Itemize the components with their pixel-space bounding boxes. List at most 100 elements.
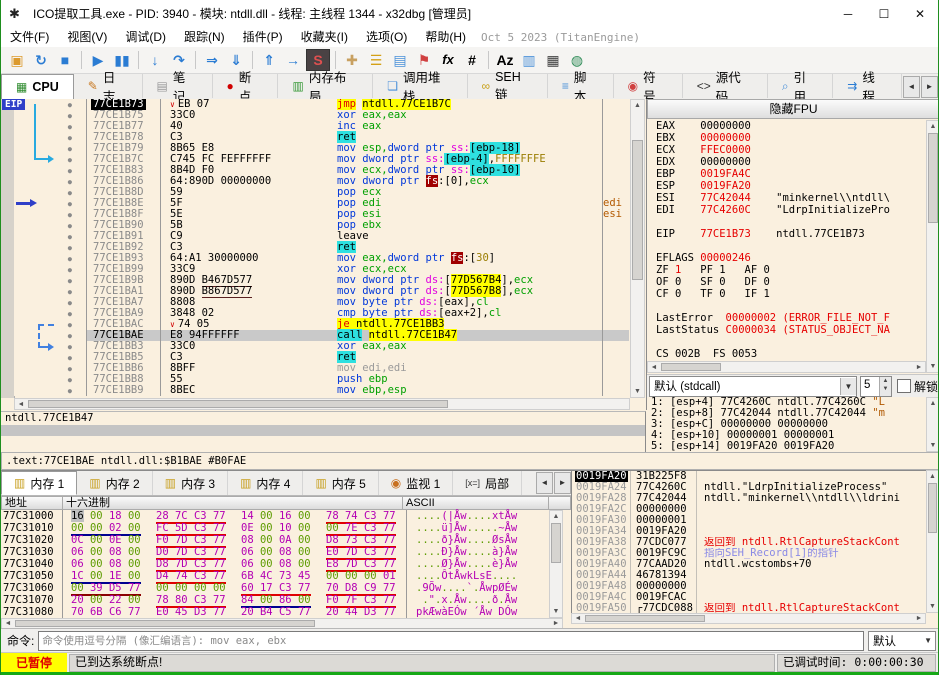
stack-row[interactable]: 0019FA50 ┌77CDC088 返回到 ntdll.RtlCaptureSta…	[572, 603, 926, 613]
tab-symbols[interactable]: ◉ 符号	[614, 71, 683, 104]
register-line[interactable]: CS 002B FS 0053	[647, 348, 926, 360]
dump-row[interactable]: 77C31010 00 00 02 00 FC 5D C3 77 0E 00 10 0…	[1, 522, 549, 536]
register-line[interactable]: CF 0 TF 0 IF 1	[647, 288, 926, 300]
breakpoint-dot[interactable]: ●	[68, 134, 72, 142]
menu-item[interactable]: 选项(O)	[357, 27, 416, 47]
breakpoint-dot[interactable]: ●	[68, 112, 72, 120]
breakpoint-dot[interactable]: ●	[68, 156, 72, 164]
calling-convention-select[interactable]: 默认 (stdcall) ▼	[649, 375, 857, 397]
register-line[interactable]: OF 0 SF 0 DF 0	[647, 276, 926, 288]
breakpoint-dot[interactable]: ●	[68, 299, 72, 307]
register-line[interactable]: LastError 00000002 (ERROR_FILE_NOT_F	[647, 312, 926, 324]
breakpoint-dot[interactable]: ●	[68, 233, 72, 241]
argument-line[interactable]: 5: [esp+14] 0019FA20 0019FA20	[647, 441, 926, 452]
dump-tab-memory-1[interactable]: ▥ 内存 1	[1, 471, 78, 495]
menu-item[interactable]: 跟踪(N)	[175, 27, 234, 47]
dump-tab-memory-3[interactable]: ▥ 内存 3	[153, 471, 229, 495]
registers-hscrollbar[interactable]: ◄ ►	[647, 361, 926, 373]
step-into-icon[interactable]: ↓	[144, 49, 166, 71]
register-line[interactable]: ESP 0019FA20	[647, 180, 926, 192]
dump-tab-memory-2[interactable]: ▥ 内存 2	[77, 471, 153, 495]
tab-call-stack[interactable]: ❏ 调用堆栈	[373, 71, 468, 104]
menu-item[interactable]: 视图(V)	[58, 27, 116, 47]
register-line[interactable]: EBP 0019FA4C	[647, 168, 926, 180]
dump-tab-memory-4[interactable]: ▥ 内存 4	[228, 471, 304, 495]
breakpoint-dot[interactable]: ●	[68, 145, 72, 153]
tab-script[interactable]: ≡ 脚本	[548, 71, 614, 104]
breakpoint-dot[interactable]: ●	[68, 277, 72, 285]
dump-row[interactable]: 77C31070 20 00 22 00 78 80 C3 77 84 00 86 0…	[1, 594, 549, 608]
register-line[interactable]	[647, 240, 926, 252]
breakpoint-dot[interactable]: ●	[68, 387, 72, 395]
assemble-icon[interactable]: ▥	[518, 49, 540, 71]
dump-row[interactable]: 77C31040 06 00 08 00 D8 7D C3 77 06 00 08 0…	[1, 558, 549, 572]
dump-row[interactable]: 77C31000 16 00 18 00 28 7C C3 77 14 00 16 0…	[1, 510, 549, 524]
trace-into-icon[interactable]: ⇒	[201, 49, 223, 71]
breakpoint-dot[interactable]: ●	[68, 332, 72, 340]
breakpoint-dot[interactable]: ●	[68, 310, 72, 318]
register-line[interactable]	[647, 216, 926, 228]
hide-fpu-button[interactable]: 隐藏FPU	[647, 99, 938, 119]
menu-item[interactable]: 文件(F)	[1, 27, 58, 47]
spinner-arrows-icon[interactable]: ▲ ▼	[878, 376, 891, 396]
command-input[interactable]	[38, 630, 864, 651]
tab-threads[interactable]: ⇉ 线程	[833, 71, 903, 104]
registers-vscrollbar[interactable]: ▲ ▼	[926, 120, 938, 373]
stack-hscrollbar[interactable]: ◄ ►	[571, 613, 926, 624]
chevron-down-icon[interactable]: ▼	[839, 377, 856, 395]
breakpoint-dot[interactable]: ●	[68, 343, 72, 351]
stop-icon[interactable]: ■	[54, 49, 76, 71]
register-line[interactable]: ZF 1 PF 1 AF 0	[647, 264, 926, 276]
tab-references[interactable]: ⌕ 引用	[768, 71, 834, 104]
disasm-vscrollbar[interactable]: ▲ ▼	[630, 99, 645, 398]
breakpoint-dot[interactable]: ●	[68, 178, 72, 186]
breakpoint-dot[interactable]: ●	[68, 365, 72, 373]
close-button[interactable]: ✕	[902, 1, 938, 27]
register-line[interactable]: EDX 00000000	[647, 156, 926, 168]
menu-item[interactable]: 插件(P)	[234, 27, 292, 47]
args-depth-spinner[interactable]: 5 ▲ ▼	[859, 375, 892, 397]
minimize-button[interactable]: ─	[830, 1, 866, 27]
disasm-hscrollbar[interactable]: ◄	[14, 398, 630, 410]
register-line[interactable]	[647, 336, 926, 348]
breakpoint-dot[interactable]: ●	[68, 211, 72, 219]
tab-cpu[interactable]: ▦ CPU	[1, 74, 74, 100]
args-vscrollbar[interactable]: ▲ ▼	[926, 397, 938, 452]
tab-memory-map[interactable]: ▥ 内存布局	[278, 71, 374, 104]
breakpoint-dot[interactable]: ●	[68, 255, 72, 263]
maximize-button[interactable]: ☐	[866, 1, 902, 27]
dump-row[interactable]: 77C31080 70 6B C6 77 E0 45 D3 77 20 B4 C5 7…	[1, 606, 549, 620]
tab-scroll-left-icon[interactable]: ◄	[903, 75, 920, 98]
restart-icon[interactable]: ↻	[30, 49, 52, 71]
breakpoint-dot[interactable]: ●	[68, 167, 72, 175]
dump-row[interactable]: 77C31020 0C 00 0E 00 F0 7D C3 77 08 00 0A 0…	[1, 534, 549, 548]
tab-scroll-right-icon[interactable]: ►	[921, 75, 938, 98]
open-file-icon[interactable]: ▣	[6, 49, 28, 71]
register-line[interactable]: EDI 77C4260C "LdrpInitializePro	[647, 204, 926, 216]
register-line[interactable]: EFLAGS 00000246	[647, 252, 926, 264]
hash-icon[interactable]: #	[461, 49, 483, 71]
dump-row[interactable]: 77C31060 00 39 D5 77 00 00 00 00 60 17 C3 7…	[1, 582, 549, 596]
dump-row[interactable]: 77C31050 1C 00 1E 00 D4 74 C3 77 6B 4C 73 4…	[1, 570, 549, 584]
dump-tab-scroll-right-icon[interactable]: ►	[554, 472, 571, 494]
breakpoint-dot[interactable]: ●	[68, 376, 72, 384]
menu-item[interactable]: 调试(D)	[116, 27, 175, 47]
dump-vscrollbar[interactable]: ▲ ▼	[549, 510, 563, 618]
breakpoint-dot[interactable]: ●	[68, 200, 72, 208]
run-to-user-code-icon[interactable]: →	[282, 49, 304, 71]
dump-tab-memory-5[interactable]: ▥ 内存 5	[303, 471, 379, 495]
register-line[interactable]: ESI 77C42044 "minkernel\\ntdll\	[647, 192, 926, 204]
tab-notes[interactable]: ▤ 笔记	[143, 71, 213, 104]
dump-tab-locals[interactable]: [x=] 局部	[453, 471, 523, 495]
breakpoint-dot[interactable]: ●	[68, 288, 72, 296]
register-line[interactable]: EIP 77CE1B73 ntdll.77CE1B73	[647, 228, 926, 240]
command-profile-dropdown[interactable]: 默认 ▼	[868, 630, 936, 651]
register-line[interactable]: EAX 00000000	[647, 120, 926, 132]
az-icon[interactable]: Az	[494, 49, 516, 71]
tab-seh[interactable]: ∞ SEH链	[468, 70, 548, 102]
disasm-row[interactable]: ● 77CE1BB9 8BEC mov ebp,esp	[14, 385, 629, 396]
unlock-control[interactable]: 解锁	[896, 378, 938, 395]
unlock-checkbox[interactable]	[896, 379, 911, 393]
register-line[interactable]: EBX 00000000	[647, 132, 926, 144]
breakpoint-dot[interactable]: ●	[68, 266, 72, 274]
